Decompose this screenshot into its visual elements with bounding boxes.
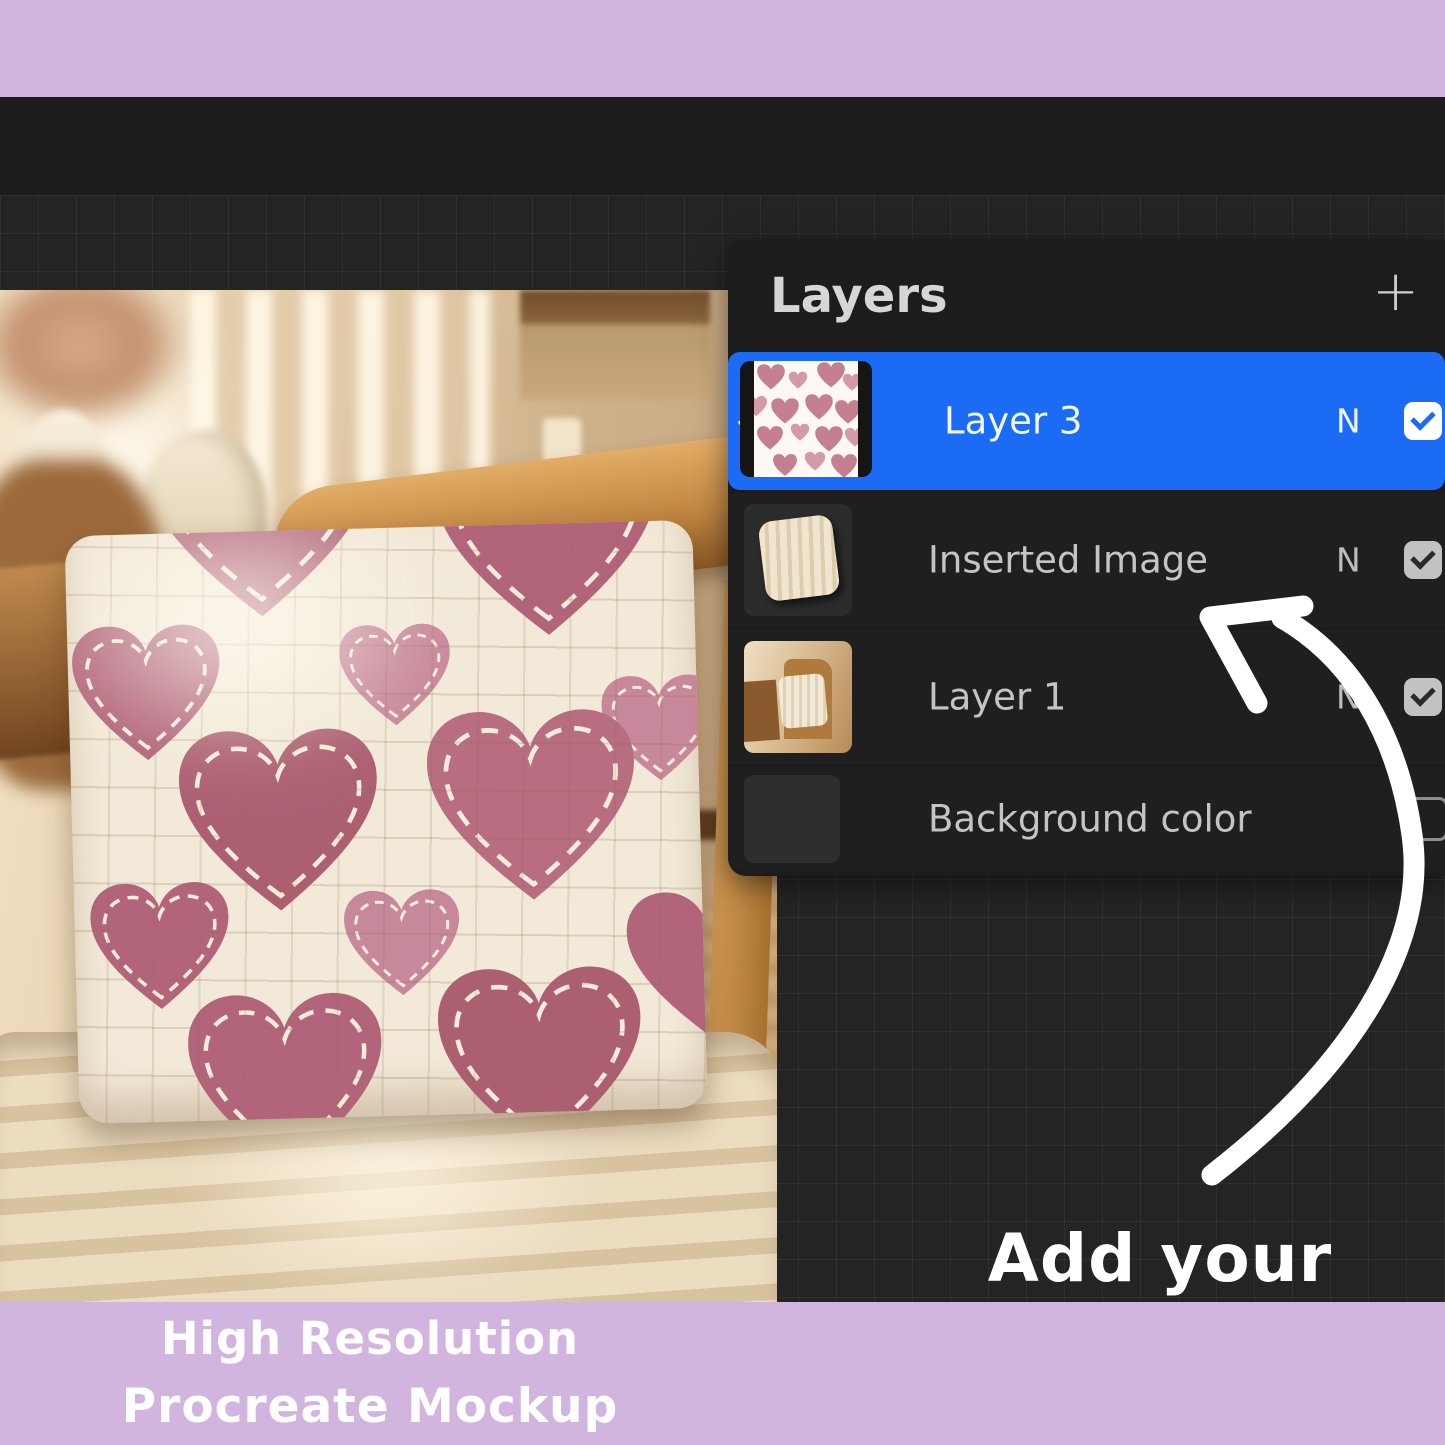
blend-mode-button[interactable]: N: [1336, 541, 1361, 580]
procreate-mockup-screenshot: S: [0, 0, 1445, 1445]
layers-panel: Layers +: [728, 240, 1445, 876]
layers-panel-title: Layers: [770, 268, 948, 324]
blend-mode-button[interactable]: N: [1336, 402, 1361, 441]
scene-thumb-art: [744, 641, 852, 753]
mockup-photo: [0, 290, 777, 1302]
layer-thumbnail-hearts[interactable]: [740, 361, 872, 477]
layer-name: Layer 1: [928, 676, 1066, 719]
top-border: [0, 0, 1445, 97]
background-color-swatch[interactable]: [744, 775, 840, 863]
hearts-thumb-art: [754, 361, 858, 477]
procreate-toolbar: S: [0, 97, 1445, 195]
layer-visibility-checkbox[interactable]: [1404, 678, 1442, 716]
layer-name: Background color: [928, 798, 1252, 841]
picture-frame: [520, 290, 710, 400]
layers-panel-header: Layers +: [728, 240, 1445, 352]
layer-row-layer-3[interactable]: Layer 3 N: [728, 352, 1445, 490]
layer-visibility-checkbox[interactable]: [1404, 541, 1442, 579]
checkmark-icon: [1410, 405, 1435, 430]
layer-row-background-color[interactable]: Background color: [728, 767, 1445, 871]
footer-line-2: Procreate Mockup: [80, 1379, 660, 1434]
pillow-thumb-art: [757, 514, 840, 602]
layer-row-layer-1[interactable]: Layer 1 N: [728, 630, 1445, 764]
footer-caption: High Resolution Procreate Mockup: [80, 1312, 660, 1434]
annotation-line-1: Add your: [900, 1205, 1420, 1314]
add-layer-button[interactable]: +: [1372, 264, 1419, 320]
layer-thumbnail-scene[interactable]: [744, 641, 852, 753]
checkmark-icon: [1410, 544, 1435, 569]
layer-name: Layer 3: [944, 400, 1082, 443]
blend-mode-button[interactable]: N: [1336, 678, 1361, 717]
checkmark-icon: [1410, 681, 1435, 706]
layer-thumbnail-pillow[interactable]: [744, 504, 852, 616]
layer-row-inserted-image[interactable]: Inserted Image N: [728, 493, 1445, 627]
drawing-canvas[interactable]: Layers +: [0, 195, 1445, 1302]
layer-visibility-checkbox[interactable]: [1404, 797, 1445, 841]
footer-line-1: High Resolution: [80, 1312, 660, 1365]
layer-visibility-checkbox[interactable]: [1404, 402, 1442, 440]
heart-pattern-pillow: [64, 520, 707, 1124]
layer-name: Inserted Image: [928, 539, 1208, 582]
